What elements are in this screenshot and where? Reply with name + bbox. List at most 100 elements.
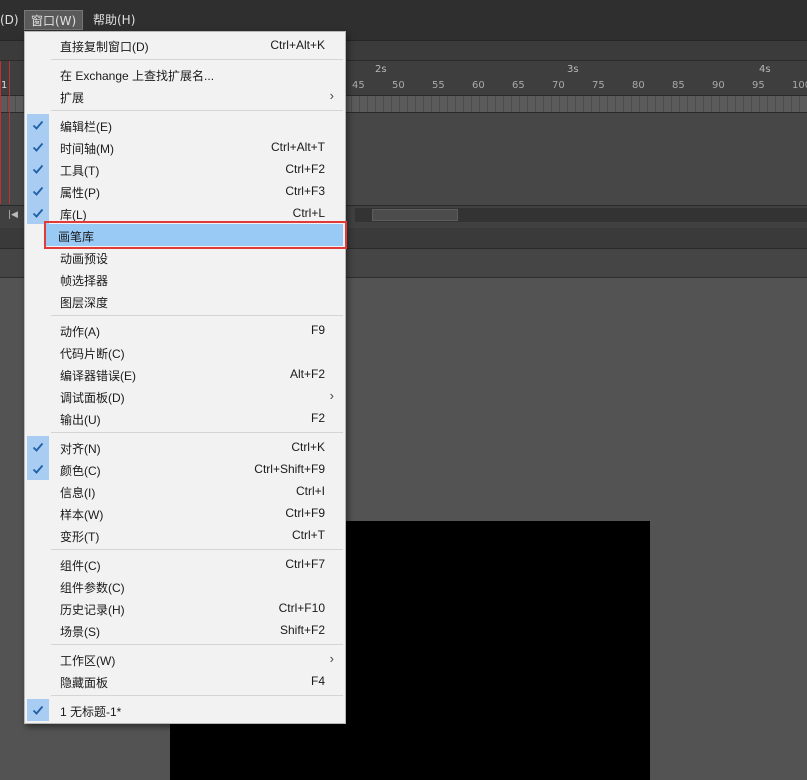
go-to-first-frame-icon[interactable]: |◀ [8, 210, 18, 220]
menu-item-shortcut: F2 [310, 411, 325, 425]
menu-item[interactable]: 直接复制窗口(D) Ctrl+Alt+K [27, 34, 343, 56]
menu-item[interactable]: 动画预设 [27, 246, 343, 268]
menu-separator [51, 59, 343, 60]
ruler-frame-label: 100 [792, 80, 807, 91]
menu-item[interactable]: 信息(I) Ctrl+I [27, 480, 343, 502]
menu-item[interactable]: 工具(T) Ctrl+F2 [27, 158, 343, 180]
menu-item-label: 库(L) [60, 208, 87, 222]
menu-item[interactable]: 属性(P) Ctrl+F3 [27, 180, 343, 202]
checkmark-icon [27, 114, 49, 136]
menu-item[interactable]: 在 Exchange 上查找扩展名... [27, 63, 343, 85]
submenu-arrow-icon: › [329, 651, 334, 666]
menu-item[interactable]: 变形(T) Ctrl+T [27, 524, 343, 546]
menu-item-label: 动作(A) [60, 325, 100, 339]
menu-item[interactable]: 组件参数(C) [27, 575, 343, 597]
menu-item[interactable]: 输出(U) F2 [27, 407, 343, 429]
checkmark-icon [27, 136, 49, 158]
menu-item[interactable]: 组件(C) Ctrl+F7 [27, 553, 343, 575]
menubar-item-window[interactable]: 窗口(W) [24, 10, 84, 30]
ruler-frame-label: 95 [752, 80, 765, 91]
ruler-frame-label: 60 [472, 80, 485, 91]
menu-item-label: 组件(C) [60, 559, 101, 573]
ruler-frame-label: 45 [352, 80, 365, 91]
menu-item[interactable]: 库(L) Ctrl+L [27, 202, 343, 224]
menu-item-label: 隐藏面板 [60, 676, 109, 690]
ruler-frame-label: 55 [432, 80, 445, 91]
menu-item[interactable]: 历史记录(H) Ctrl+F10 [27, 597, 343, 619]
menu-item[interactable]: 图层深度 [27, 290, 343, 312]
ruler-frame-label: 65 [512, 80, 525, 91]
menu-item-label: 颜色(C) [60, 464, 101, 478]
menu-item[interactable]: 时间轴(M) Ctrl+Alt+T [27, 136, 343, 158]
menu-item[interactable]: 颜色(C) Ctrl+Shift+F9 [27, 458, 343, 480]
menu-item-label: 画笔库 [58, 230, 95, 244]
menu-item[interactable]: 扩展 › [27, 85, 343, 107]
menu-item-label: 工具(T) [60, 164, 100, 178]
menu-item-shortcut: Ctrl+F9 [285, 506, 325, 520]
menu-item-shortcut: Ctrl+F7 [285, 557, 325, 571]
menu-item[interactable]: 1 无标题-1* [27, 699, 343, 721]
timeline-scrollbar-thumb[interactable] [372, 209, 458, 221]
menu-item-label: 组件参数(C) [60, 581, 125, 595]
menu-item[interactable]: 代码片断(C) [27, 341, 343, 363]
checkmark-icon [27, 699, 49, 721]
menu-item[interactable]: 对齐(N) Ctrl+K [27, 436, 343, 458]
menu-item[interactable]: 场景(S) Shift+F2 [27, 619, 343, 641]
menu-item-label: 直接复制窗口(D) [60, 40, 149, 54]
menu-item-label: 1 无标题-1* [60, 705, 122, 719]
menu-item-label: 代码片断(C) [60, 347, 125, 361]
menu-separator [51, 432, 343, 433]
menu-item[interactable]: 帧选择器 [27, 268, 343, 290]
menu-item-label: 在 Exchange 上查找扩展名... [60, 69, 215, 83]
menu-item[interactable]: 编辑栏(E) [27, 114, 343, 136]
ruler-second-2s: 2s [375, 64, 387, 75]
menu-separator [51, 315, 343, 316]
menu-item-label: 历史记录(H) [60, 603, 125, 617]
menubar-item-debug[interactable]: (D) [0, 10, 25, 30]
menu-item-label: 属性(P) [60, 186, 100, 200]
menu-item-label: 信息(I) [60, 486, 96, 500]
menu-item-label: 变形(T) [60, 530, 100, 544]
ruler-frame-label: 80 [632, 80, 645, 91]
menu-item-shortcut: Ctrl+F10 [278, 601, 325, 615]
checkmark-icon [27, 458, 49, 480]
menu-item-shortcut: F9 [310, 323, 325, 337]
menu-item[interactable]: 样本(W) Ctrl+F9 [27, 502, 343, 524]
menu-item[interactable]: 画笔库 [45, 224, 343, 246]
checkmark-icon [27, 158, 49, 180]
menu-separator [51, 110, 343, 111]
submenu-arrow-icon: › [329, 388, 334, 403]
playhead[interactable] [0, 61, 10, 204]
menu-separator [51, 644, 343, 645]
menu-item-shortcut: F4 [310, 674, 325, 688]
menu-item[interactable]: 工作区(W) › [27, 648, 343, 670]
menu-separator [51, 549, 343, 550]
submenu-arrow-icon: › [329, 88, 334, 103]
menu-item-shortcut: Ctrl+L [292, 206, 325, 220]
menu-item-shortcut: Ctrl+T [292, 528, 325, 542]
menu-item-label: 编辑栏(E) [60, 120, 112, 134]
menu-item-shortcut: Alt+F2 [289, 367, 325, 381]
checkmark-icon [27, 436, 49, 458]
menu-item-shortcut: Ctrl+K [291, 440, 325, 454]
checkmark-icon [27, 180, 49, 202]
menu-separator [51, 695, 343, 696]
menu-item-shortcut: Shift+F2 [279, 623, 325, 637]
menu-item-label: 样本(W) [60, 508, 104, 522]
menu-item-shortcut: Ctrl+I [295, 484, 325, 498]
ruler-frame-label: 85 [672, 80, 685, 91]
menu-item[interactable]: 隐藏面板 F4 [27, 670, 343, 692]
checkmark-icon [27, 202, 49, 224]
menu-item[interactable]: 调试面板(D) › [27, 385, 343, 407]
ruler-frame-label: 70 [552, 80, 565, 91]
menu-item[interactable]: 动作(A) F9 [27, 319, 343, 341]
window-menu: 直接复制窗口(D) Ctrl+Alt+K 在 Exchange 上查找扩展名... 扩… [24, 31, 346, 724]
menu-item-label: 扩展 [60, 91, 85, 105]
menu-item-label: 动画预设 [60, 252, 109, 266]
menu-item-label: 图层深度 [60, 296, 109, 310]
menu-item-label: 帧选择器 [60, 274, 109, 288]
menu-item[interactable]: 编译器错误(E) Alt+F2 [27, 363, 343, 385]
menu-item-label: 工作区(W) [60, 654, 116, 668]
menubar-item-help[interactable]: 帮助(H) [87, 10, 141, 30]
menu-item-shortcut: Ctrl+Alt+K [270, 38, 325, 52]
